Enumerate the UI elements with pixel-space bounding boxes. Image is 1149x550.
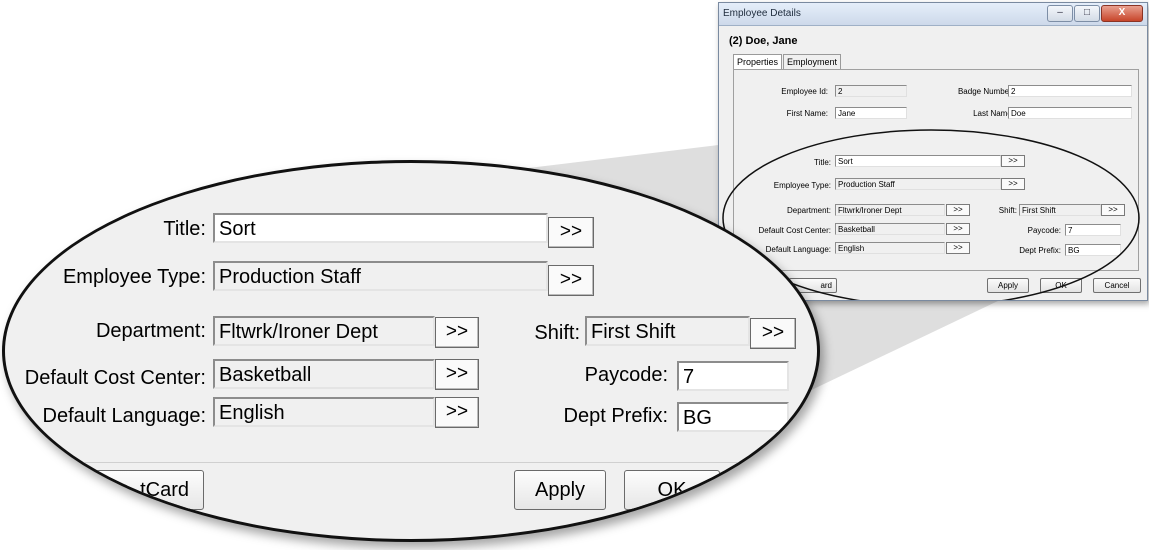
language-field: English: [213, 397, 435, 427]
button-separator: [5, 462, 817, 463]
cancel-button-partial[interactable]: [735, 464, 817, 504]
paycode-label: Paycode:: [584, 364, 668, 386]
shift-browse-button[interactable]: >>: [750, 318, 796, 349]
cost-center-browse-button[interactable]: >>: [435, 359, 479, 390]
cost-center-field: Basketball: [213, 359, 435, 389]
dept-prefix-label: Dept Prefix:: [563, 405, 668, 427]
zoom-magnifier: Title: Sort >> Employee Type: Production…: [2, 160, 820, 542]
dept-prefix-field[interactable]: BG: [677, 402, 789, 432]
title-field[interactable]: Sort: [213, 213, 548, 243]
employee-type-label: Employee Type:: [62, 266, 206, 288]
language-browse-button[interactable]: >>: [435, 397, 479, 428]
title-browse-button[interactable]: >>: [548, 217, 594, 248]
department-label: Department:: [95, 320, 206, 342]
language-label: Default Language:: [42, 405, 206, 427]
title-label: Title:: [163, 218, 206, 240]
cost-center-label: Default Cost Center:: [24, 367, 206, 389]
department-browse-button[interactable]: >>: [435, 317, 479, 348]
shift-field: First Shift: [585, 316, 750, 346]
shift-label: Shift:: [534, 322, 580, 344]
paycode-field[interactable]: 7: [677, 361, 789, 391]
department-field: Fltwrk/Ironer Dept: [213, 316, 435, 346]
employee-type-field: Production Staff: [213, 261, 548, 291]
employee-type-browse-button[interactable]: >>: [548, 265, 594, 296]
ok-button[interactable]: OK: [624, 470, 720, 510]
card-button[interactable]: tCard: [42, 470, 204, 510]
apply-button[interactable]: Apply: [514, 470, 606, 510]
